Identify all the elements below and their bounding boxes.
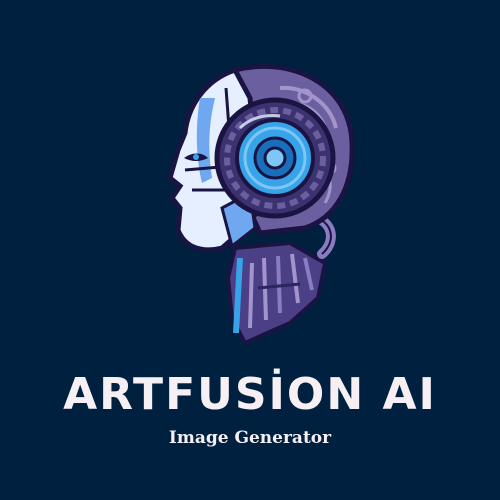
robot-head-icon	[167, 63, 355, 346]
brand-tagline: Image Generator	[168, 428, 332, 448]
logo-canvas: ARTFUSİON AI Image Generator	[0, 0, 500, 500]
brand-name: ARTFUSİON AI	[63, 369, 437, 420]
